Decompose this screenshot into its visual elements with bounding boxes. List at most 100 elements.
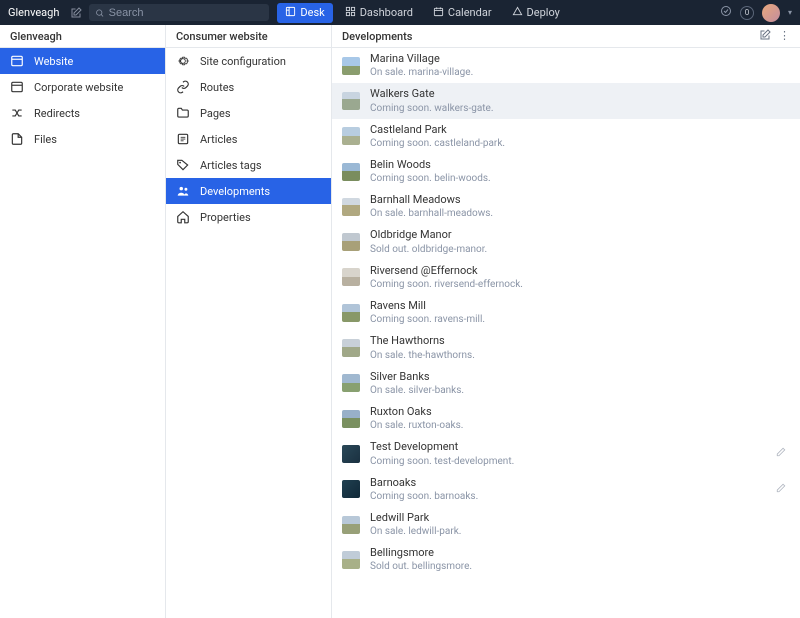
topbar-right: 0 ▾ [720,4,792,22]
more-icon[interactable]: ⋮ [779,29,790,44]
list-text: The HawthornsOn sale. the-hawthorns. [370,334,790,361]
chevron-down-icon[interactable]: ▾ [788,8,792,17]
search-field[interactable] [109,7,264,19]
list-item-subtitle: Coming soon. castleland-park. [370,137,790,150]
list-item[interactable]: Ledwill ParkOn sale. ledwill-park. [332,507,800,542]
thumbnail [342,233,360,251]
list-text: Ravens MillComing soon. ravens-mill. [370,299,790,326]
deploy-icon [512,6,527,20]
list-item-subtitle: Sold out. oldbridge-manor. [370,243,790,256]
subnav-item-label: Properties [200,211,251,224]
list-item-subtitle: Coming soon. walkers-gate. [370,102,790,115]
list-item[interactable]: Oldbridge ManorSold out. oldbridge-manor… [332,224,800,259]
nav-calendar[interactable]: Calendar [425,3,500,23]
list-item-title: Marina Village [370,52,790,66]
nav-desk[interactable]: Desk [277,3,332,23]
list-item-title: Bellingsmore [370,546,790,560]
nav-deploy[interactable]: Deploy [504,3,568,23]
dashboard-icon [345,6,360,20]
list-text: Ruxton OaksOn sale. ruxton-oaks. [370,405,790,432]
list-item[interactable]: BarnoaksComing soon. barnoaks. [332,472,800,507]
subnav-item-label: Pages [200,107,231,120]
list-text: Riversend @EffernockComing soon. riverse… [370,264,790,291]
top-nav: Desk Dashboard Calendar Deploy [277,3,571,23]
subnav-item-label: Site configuration [200,55,286,68]
list-item-title: Oldbridge Manor [370,228,790,242]
list-text: BarnoaksComing soon. barnoaks. [370,476,772,503]
list-item-title: Ruxton Oaks [370,405,790,419]
list-item[interactable]: Silver BanksOn sale. silver-banks. [332,366,800,401]
subnav-item-articles[interactable]: Articles [166,126,331,152]
topbar: Glenveagh Desk Dashboard Calendar Deploy 0 … [0,0,800,25]
list-item-title: Test Development [370,440,772,454]
list-text: Silver BanksOn sale. silver-banks. [370,370,790,397]
list-item[interactable]: Ruxton OaksOn sale. ruxton-oaks. [332,401,800,436]
list-item-title: Silver Banks [370,370,790,384]
sidebar-item-redirects[interactable]: Redirects [0,100,165,126]
list-text: Barnhall MeadowsOn sale. barnhall-meadow… [370,193,790,220]
list-item[interactable]: Belin WoodsComing soon. belin-woods. [332,154,800,189]
nav-label: Deploy [527,6,560,19]
list-item-title: Barnhall Meadows [370,193,790,207]
search-input[interactable] [89,4,269,21]
nav-label: Desk [300,6,324,19]
column-body: Site configuration Routes Pages Articles Art… [166,48,331,618]
notification-badge[interactable]: 0 [740,6,754,20]
list-item-title: The Hawthorns [370,334,790,348]
thumbnail [342,198,360,216]
shuffle-icon [10,106,24,120]
thumbnail [342,374,360,392]
column-title: Glenveagh [10,30,62,43]
edit-icon[interactable] [772,483,790,496]
list-item-subtitle: On sale. silver-banks. [370,384,790,397]
compose-icon[interactable] [759,29,771,44]
list-item-subtitle: Coming soon. test-development. [370,455,772,468]
calendar-icon [433,6,448,20]
list-item[interactable]: Walkers GateComing soon. walkers-gate. [332,83,800,118]
list-item-subtitle: Coming soon. belin-woods. [370,172,790,185]
gear-icon [176,54,190,68]
link-icon [176,80,190,94]
list-item-subtitle: Coming soon. riversend-effernock. [370,278,790,291]
edit-icon[interactable] [772,447,790,460]
list-item-title: Belin Woods [370,158,790,172]
compose-icon[interactable] [69,6,83,20]
subnav-item-routes[interactable]: Routes [166,74,331,100]
subnav-item-pages[interactable]: Pages [166,100,331,126]
list-item[interactable]: Test DevelopmentComing soon. test-develo… [332,436,800,471]
list-item-subtitle: On sale. ruxton-oaks. [370,419,790,432]
avatar[interactable] [762,4,780,22]
list-item[interactable]: The HawthornsOn sale. the-hawthorns. [332,330,800,365]
list-item[interactable]: Riversend @EffernockComing soon. riverse… [332,260,800,295]
site-icon [10,80,24,94]
subnav-item-articles-tags[interactable]: Articles tags [166,152,331,178]
list-item-subtitle: Sold out. bellingsmore. [370,560,790,573]
rocket-icon[interactable] [720,5,732,20]
sidebar-item-website[interactable]: Website [0,48,165,74]
list-item[interactable]: Ravens MillComing soon. ravens-mill. [332,295,800,330]
sidebar-item-corporate-website[interactable]: Corporate website [0,74,165,100]
thumbnail [342,163,360,181]
nav-dashboard[interactable]: Dashboard [337,3,421,23]
subnav-item-site-configuration[interactable]: Site configuration [166,48,331,74]
subnav-item-developments[interactable]: Developments [166,178,331,204]
folder-icon [176,106,190,120]
thumbnail [342,445,360,463]
subnav-item-label: Articles [200,133,237,146]
column-list: Developments ⋮ Marina VillageOn sale. ma… [332,25,800,618]
list-item[interactable]: Castleland ParkComing soon. castleland-p… [332,119,800,154]
list-item[interactable]: Marina VillageOn sale. marina-village. [332,48,800,83]
article-icon [176,132,190,146]
sidebar-item-files[interactable]: Files [0,126,165,152]
list-text: Test DevelopmentComing soon. test-develo… [370,440,772,467]
nav-label: Dashboard [360,6,413,19]
subnav-item-properties[interactable]: Properties [166,204,331,230]
thumbnail [342,127,360,145]
list-text: Oldbridge ManorSold out. oldbridge-manor… [370,228,790,255]
list-item[interactable]: Barnhall MeadowsOn sale. barnhall-meadow… [332,189,800,224]
brand-label: Glenveagh [8,6,59,19]
list-text: BellingsmoreSold out. bellingsmore. [370,546,790,573]
list-item-title: Ledwill Park [370,511,790,525]
subnav-item-label: Routes [200,81,234,94]
list-item[interactable]: BellingsmoreSold out. bellingsmore. [332,542,800,577]
